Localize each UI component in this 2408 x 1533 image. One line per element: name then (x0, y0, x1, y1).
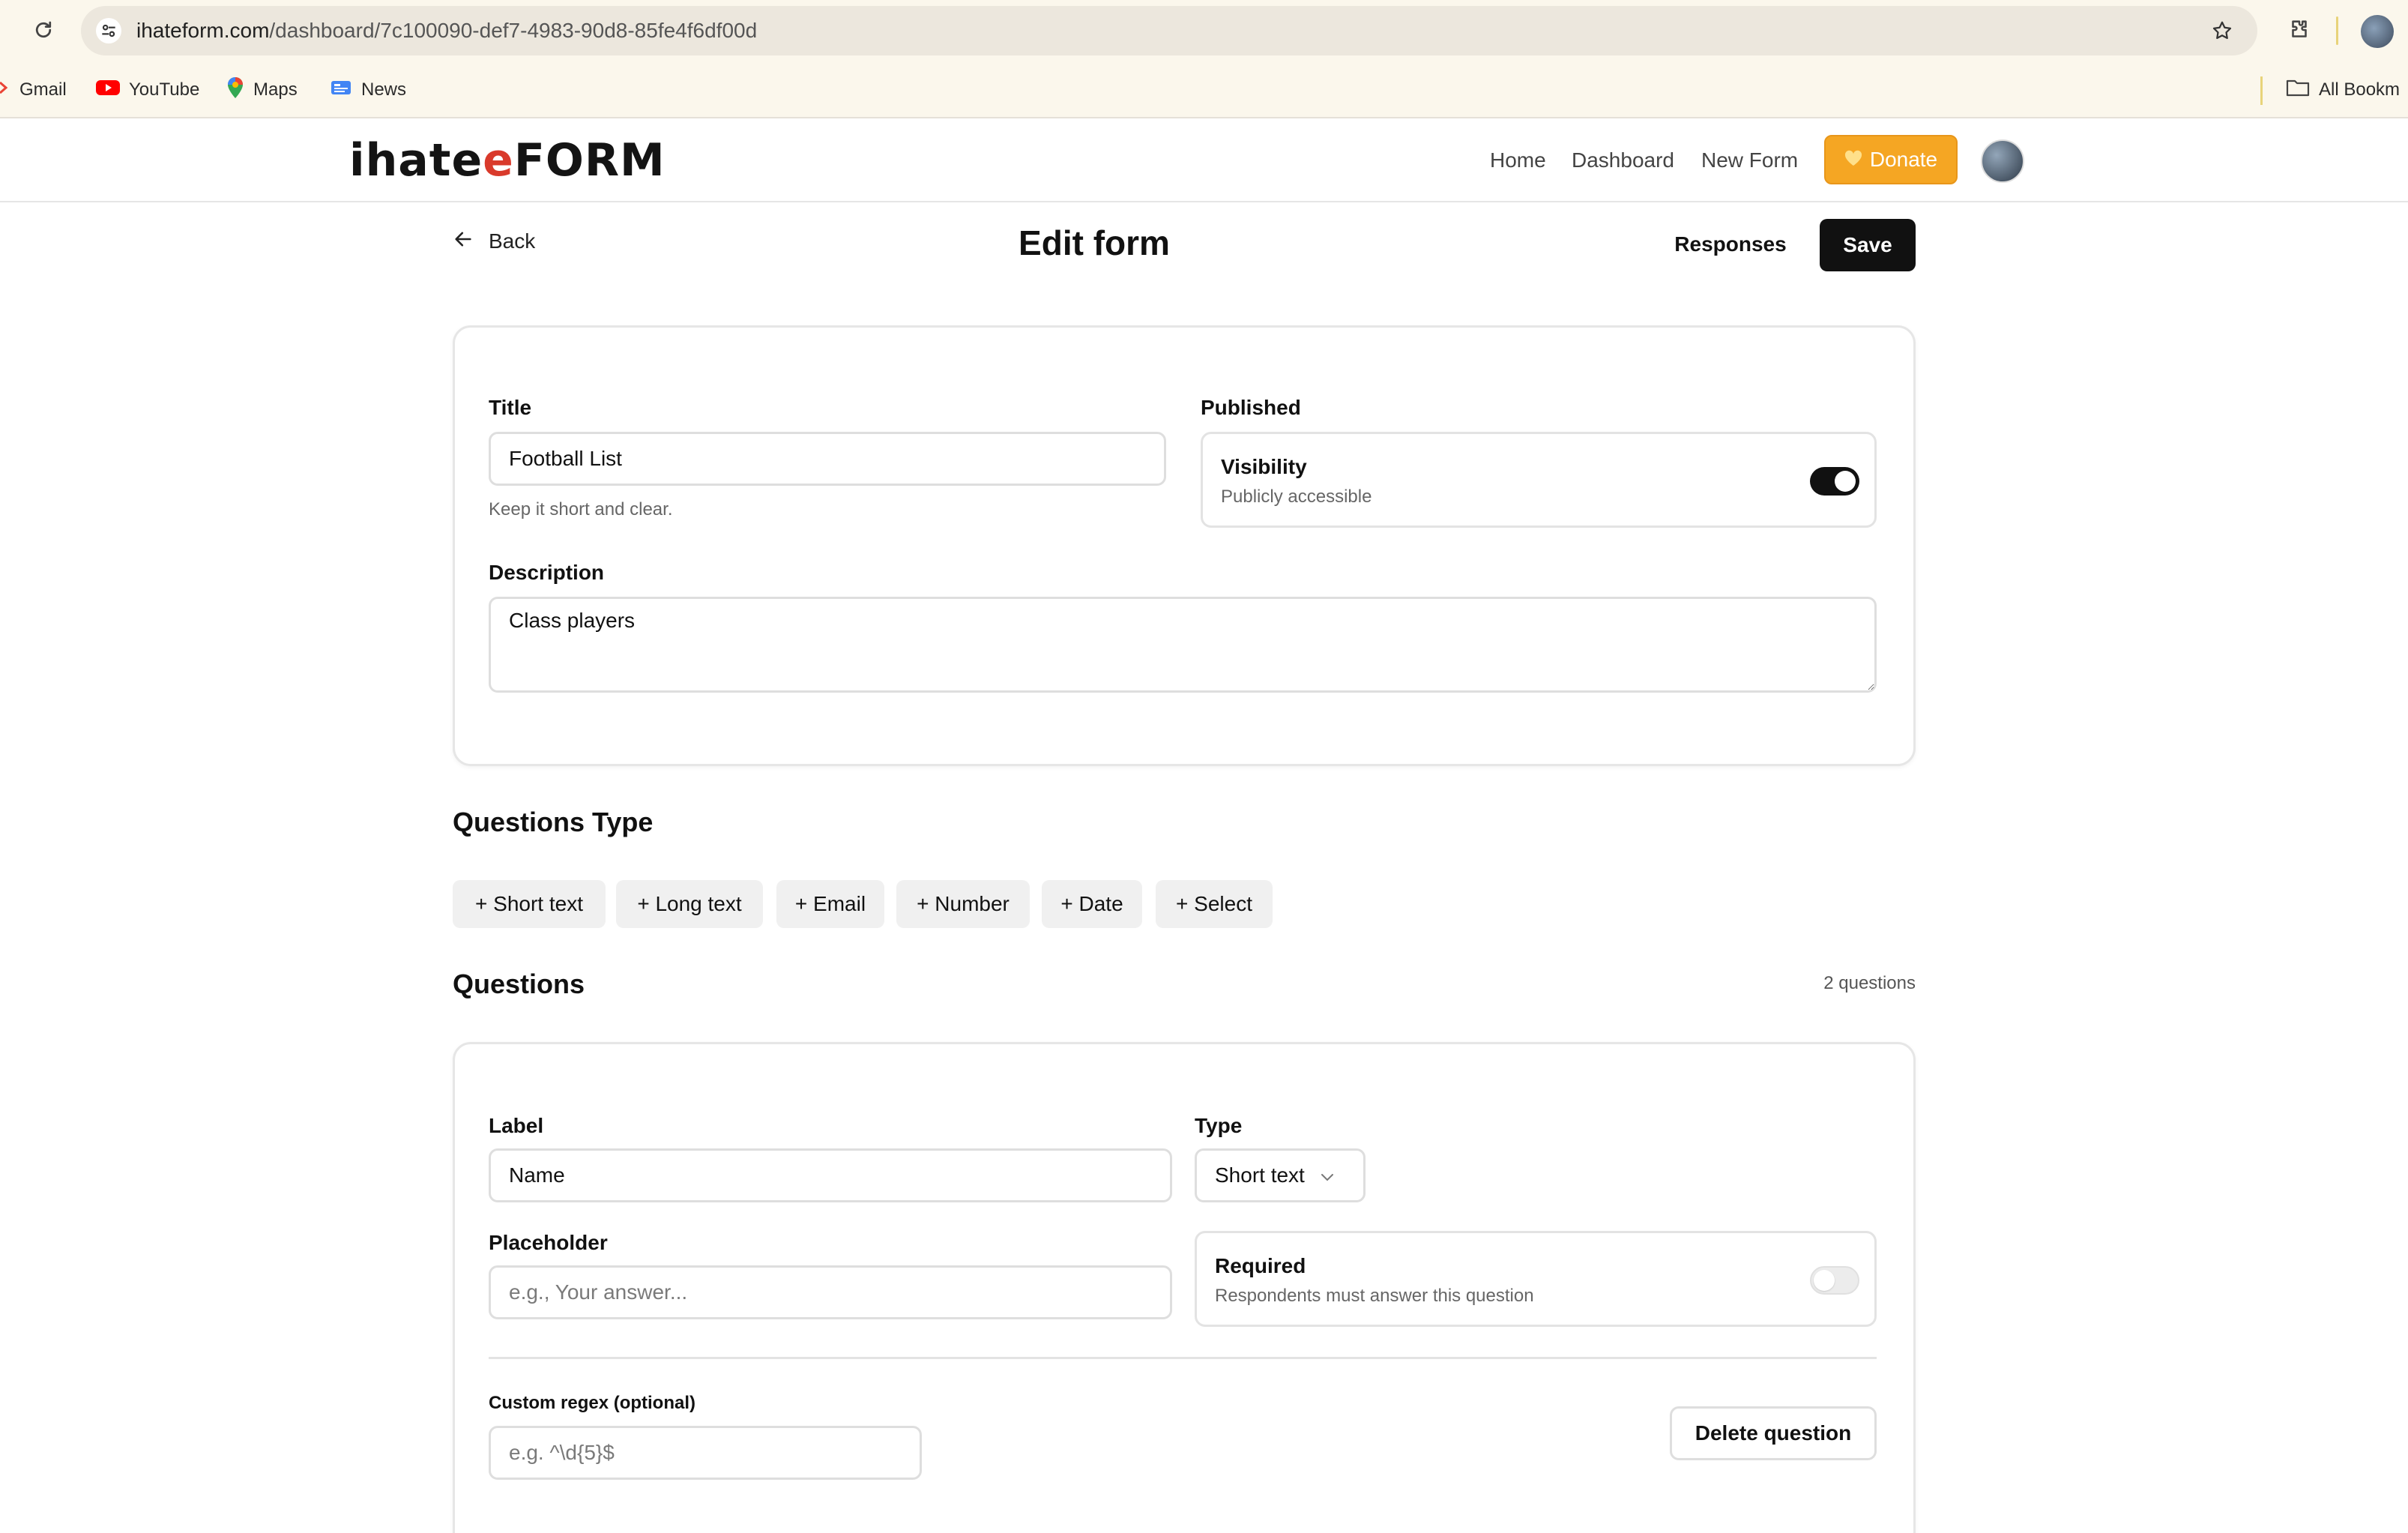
page-title: Edit form (1019, 223, 1170, 262)
visibility-title: Visibility (1221, 455, 1307, 478)
news-icon (330, 79, 352, 102)
add-long-text-button[interactable]: + Long text (616, 880, 763, 928)
app-header: ihateeFORM Home Dashboard New Form Donat… (0, 118, 2408, 202)
user-avatar[interactable] (1981, 139, 2024, 183)
donate-button[interactable]: Donate (1824, 135, 1958, 184)
responses-button[interactable]: Responses (1661, 219, 1800, 270)
heart-icon (1844, 148, 1862, 172)
browser-toolbar: ihateform.com/dashboard/7c100090-def7-49… (0, 0, 2408, 61)
save-button[interactable]: Save (1820, 219, 1916, 271)
extensions-icon[interactable] (2284, 15, 2314, 45)
published-label: Published (1201, 396, 1301, 419)
nav-new-form[interactable]: New Form (1701, 118, 1798, 202)
bookmark-label: YouTube (129, 79, 200, 100)
logo[interactable]: ihateeFORM (349, 135, 666, 186)
description-textarea[interactable]: Class players (489, 597, 1877, 693)
bookmark-label: News (361, 79, 407, 100)
add-email-button[interactable]: + Email (776, 880, 884, 928)
title-label: Title (489, 396, 532, 419)
bookmark-news[interactable]: News (330, 61, 406, 118)
youtube-icon (96, 79, 120, 102)
title-hint: Keep it short and clear. (489, 499, 673, 519)
description-label: Description (489, 561, 605, 584)
required-panel: Required Respondents must answer this qu… (1195, 1231, 1877, 1327)
donate-label: Donate (1869, 148, 1938, 171)
questions-heading: Questions (453, 969, 585, 999)
url-text[interactable]: ihateform.com/dashboard/7c100090-def7-49… (136, 6, 757, 55)
toggle-knob (1835, 471, 1856, 492)
placeholder-input[interactable] (489, 1265, 1172, 1319)
maps-icon (226, 76, 244, 104)
bookmark-star-icon[interactable] (2209, 18, 2235, 43)
toggle-knob (1814, 1270, 1835, 1291)
all-bookmarks-label: All Bookm (2319, 79, 2401, 100)
placeholder-label: Placeholder (489, 1231, 608, 1254)
bookmarks-divider (2260, 76, 2263, 105)
question-type-select[interactable]: Short text (1195, 1148, 1366, 1202)
question-type-value: Short text (1215, 1163, 1305, 1187)
question-label-input[interactable] (489, 1148, 1172, 1202)
title-input[interactable] (489, 432, 1166, 486)
nav-home[interactable]: Home (1490, 118, 1546, 202)
bookmarks-bar: Gmail YouTube Maps News All Bookm (0, 61, 2408, 118)
logo-text-1: ihate (349, 134, 483, 187)
visibility-panel: Visibility Publicly accessible (1201, 432, 1877, 528)
chevron-down-icon (1320, 1163, 1335, 1187)
back-label: Back (489, 229, 536, 253)
bookmark-gmail[interactable]: Gmail (0, 61, 67, 118)
url-path: /dashboard/7c100090-def7-4983-90d8-85fe4… (269, 19, 758, 42)
toolbar-divider (2336, 16, 2338, 45)
url-host: ihateform.com (136, 19, 270, 42)
bookmark-label: Maps (253, 79, 298, 100)
nav-dashboard[interactable]: Dashboard (1572, 118, 1674, 202)
required-subtitle: Respondents must answer this question (1215, 1286, 1534, 1306)
gmail-icon (0, 79, 10, 101)
add-short-text-button[interactable]: + Short text (453, 880, 606, 928)
question-count: 2 questions (1823, 973, 1916, 993)
question-types-heading: Questions Type (453, 807, 654, 837)
visibility-toggle[interactable] (1810, 467, 1859, 496)
question-divider (489, 1357, 1877, 1359)
arrow-left-icon (453, 229, 474, 255)
logo-accent: e (483, 134, 514, 187)
question-label-label: Label (489, 1114, 544, 1137)
back-link[interactable]: Back (453, 222, 535, 261)
add-number-button[interactable]: + Number (896, 880, 1030, 928)
logo-text-2: FORM (513, 134, 666, 187)
bookmark-maps[interactable]: Maps (226, 61, 298, 118)
bookmark-youtube[interactable]: YouTube (96, 61, 199, 118)
question-type-label: Type (1195, 1114, 1243, 1137)
required-title: Required (1215, 1254, 1306, 1277)
reload-icon[interactable] (30, 16, 57, 43)
regex-input[interactable] (489, 1426, 922, 1480)
add-date-button[interactable]: + Date (1042, 880, 1142, 928)
all-bookmarks[interactable]: All Bookm (2286, 61, 2400, 118)
site-settings-icon[interactable] (96, 18, 121, 43)
bookmark-label: Gmail (19, 79, 67, 100)
add-select-button[interactable]: + Select (1156, 880, 1273, 928)
visibility-subtitle: Publicly accessible (1221, 487, 1372, 507)
folder-icon (2286, 78, 2310, 103)
profile-avatar[interactable] (2361, 15, 2394, 48)
address-bar[interactable]: ihateform.com/dashboard/7c100090-def7-49… (81, 6, 2257, 55)
delete-question-button[interactable]: Delete question (1670, 1406, 1877, 1460)
regex-label: Custom regex (optional) (489, 1393, 696, 1413)
form-settings-card (453, 325, 1916, 766)
required-toggle[interactable] (1810, 1266, 1859, 1295)
